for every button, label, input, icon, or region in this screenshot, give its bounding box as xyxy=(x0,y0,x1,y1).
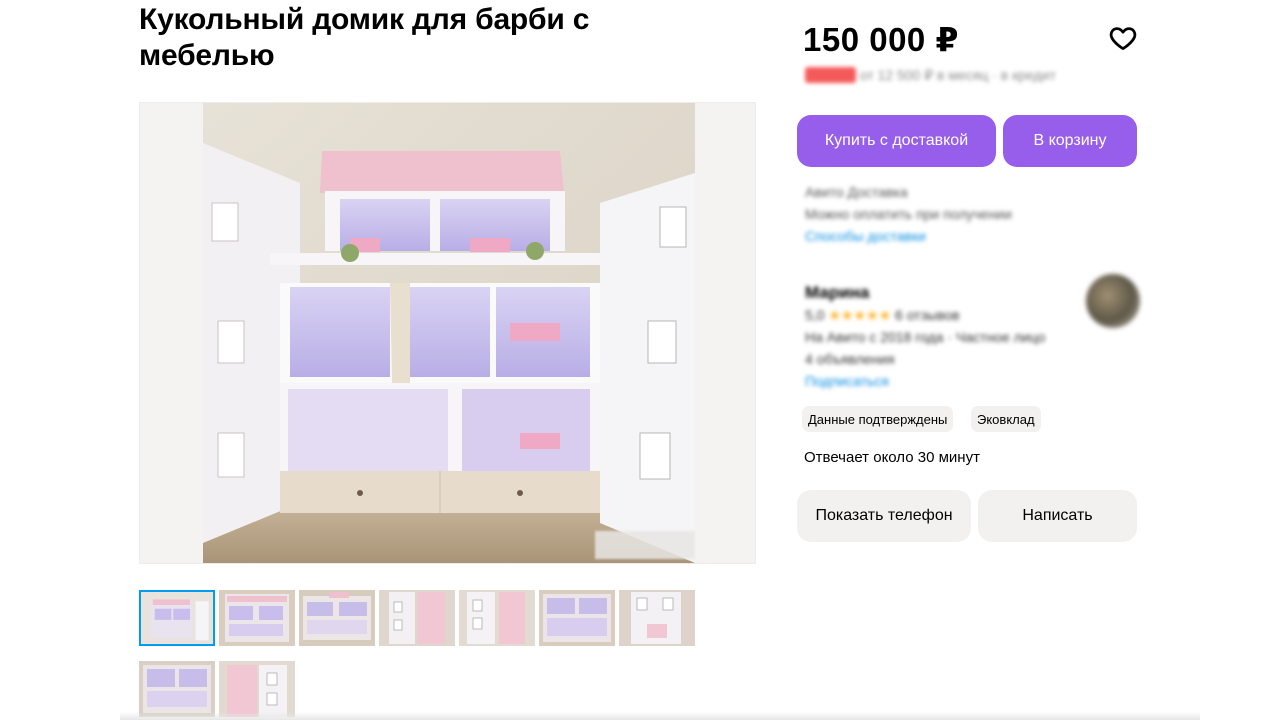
subscribe-link[interactable]: Подписаться xyxy=(805,370,1045,392)
seller-name[interactable]: Марина xyxy=(805,282,1045,304)
response-time: Отвечает около 30 минут xyxy=(804,449,980,466)
rating-stars-icon: ★★★★★ xyxy=(828,307,892,323)
show-phone-button[interactable]: Показать телефон xyxy=(797,490,971,542)
credit-text: от 12 500 ₽ в месяц · в кредит xyxy=(859,67,1056,83)
write-message-button[interactable]: Написать xyxy=(978,490,1137,542)
page-bottom-shadow xyxy=(120,712,1200,720)
thumbnail-9[interactable] xyxy=(219,661,295,717)
delivery-link[interactable]: Способы доставки xyxy=(805,225,1012,247)
thumbnail-3[interactable] xyxy=(299,590,375,646)
price: 150 000 ₽ xyxy=(803,21,959,58)
buy-with-delivery-button[interactable]: Купить с доставкой xyxy=(797,115,996,167)
seller-rating-row: 5,0 ★★★★★ 6 отзывов xyxy=(805,304,1045,326)
delivery-info: Авито Доставка Можно оплатить при получе… xyxy=(805,181,1012,247)
seller-rating: 5,0 xyxy=(805,307,825,323)
badge-eco: Эковклад xyxy=(971,406,1041,432)
thumbnail-4[interactable] xyxy=(379,590,455,646)
seller-info: Марина 5,0 ★★★★★ 6 отзывов На Авито с 20… xyxy=(805,282,1045,392)
seller-reviews[interactable]: 6 отзывов xyxy=(895,307,960,323)
thumbnail-6[interactable] xyxy=(539,590,615,646)
thumbnail-2[interactable] xyxy=(219,590,295,646)
add-to-cart-button[interactable]: В корзину xyxy=(1003,115,1137,167)
thumbnail-8[interactable] xyxy=(139,661,215,717)
listing-title: Кукольный домик для барби с мебелью xyxy=(139,3,590,72)
badge-verified: Данные подтверждены xyxy=(802,406,954,432)
seller-since: На Авито с 2018 года · Частное лицо xyxy=(805,329,1046,345)
seller-ads-count[interactable]: 4 объявления xyxy=(805,348,1045,370)
dollhouse-photo xyxy=(140,103,755,563)
seller-avatar[interactable] xyxy=(1086,274,1140,328)
main-product-photo[interactable] xyxy=(139,102,756,564)
delivery-details: Можно оплатить при получении xyxy=(805,206,1012,222)
favorite-heart-icon[interactable] xyxy=(1108,23,1138,53)
thumbnail-5[interactable] xyxy=(459,590,535,646)
credit-offer[interactable]: 12 500 от 12 500 ₽ в месяц · в кредит xyxy=(805,67,1056,84)
thumbnail-7[interactable] xyxy=(619,590,695,646)
thumbnail-1[interactable] xyxy=(139,590,215,646)
delivery-title: Авито Доставка xyxy=(805,184,908,200)
credit-amount: 12 500 xyxy=(805,67,856,83)
